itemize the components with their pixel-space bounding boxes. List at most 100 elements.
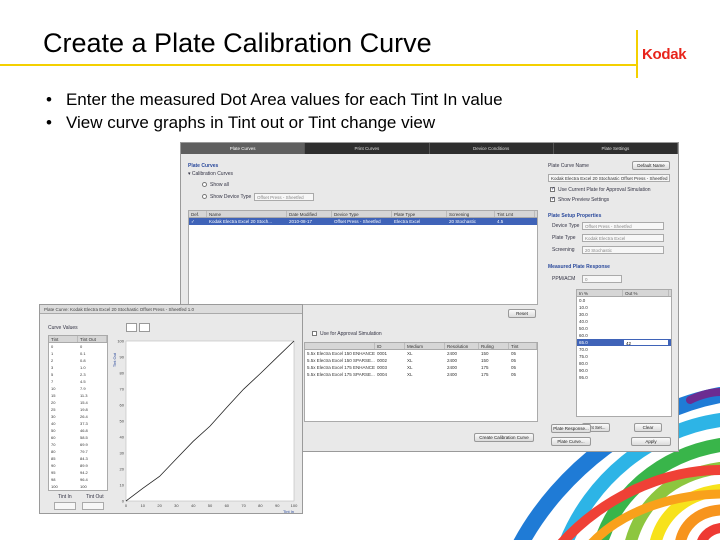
tint-in-label: Tint In [58, 494, 72, 500]
list-item[interactable]: 65.0 42 [577, 339, 671, 346]
list-item[interactable]: 90.0 [577, 367, 671, 374]
cell[interactable]: 42 [623, 339, 669, 346]
col-screening[interactable]: Screening [447, 211, 495, 217]
clear-button[interactable]: Clear [634, 423, 662, 432]
use-for-approval-checkbox[interactable] [312, 331, 317, 336]
col-def[interactable]: Def. [189, 211, 207, 217]
list-item[interactable]: 25 19.8 [49, 406, 107, 413]
cell [623, 353, 669, 360]
col-resolution[interactable]: Resolution [445, 343, 479, 349]
list-item[interactable]: 95 94.2 [49, 469, 107, 476]
cell: 50.0 [579, 326, 588, 331]
list-item[interactable]: 85 84.3 [49, 455, 107, 462]
col-id[interactable]: ID [375, 343, 405, 349]
list-item[interactable]: 7 4.5 [49, 378, 107, 385]
approval-simulation-checkbox[interactable] [550, 186, 555, 192]
default-name-button[interactable]: Default Name [632, 161, 670, 170]
list-item[interactable]: 98 96.4 [49, 476, 107, 483]
device-type-field[interactable]: Offset Press - Sheetfed [582, 222, 664, 230]
tab-device-conditions[interactable]: Device Conditions [430, 143, 554, 154]
col-tint: Tint [49, 336, 78, 342]
list-item[interactable]: 40 37.3 [49, 420, 107, 427]
show-device-type-radio[interactable] [202, 194, 207, 199]
x-axis-label: Tint In [283, 509, 294, 513]
create-calibration-curve-button[interactable]: Create Calibration Curve [474, 433, 534, 442]
list-item[interactable]: 70 69.9 [49, 441, 107, 448]
device-type-select[interactable]: Offset Press - Sheetfed [254, 193, 314, 201]
plate-type-field[interactable]: Kodak Electra Excel [582, 234, 664, 242]
media-row[interactable]: 5.5x Electra Excel 150 SPARSE... 0002 XL… [305, 357, 537, 364]
list-item[interactable]: 70.0 [577, 346, 671, 353]
list-item[interactable]: 50 46.8 [49, 427, 107, 434]
col-medium[interactable]: Medium [405, 343, 445, 349]
list-item[interactable]: 0.0 [577, 297, 671, 304]
col-device-type[interactable]: Device Type [332, 211, 392, 217]
col-ruling[interactable]: Ruling [479, 343, 509, 349]
main-tab-bar: Plate Curves Print Curves Device Conditi… [181, 143, 678, 154]
list-item[interactable]: 40.0 [577, 318, 671, 325]
col-out: Out % [623, 290, 669, 296]
apply-button[interactable]: Apply [631, 437, 671, 446]
list-item[interactable]: 10.0 [577, 304, 671, 311]
list-item[interactable]: 75.0 [577, 353, 671, 360]
ppm-field[interactable]: 0 [582, 275, 622, 283]
tint-out-view-icon[interactable] [126, 323, 137, 332]
tab-print-curves[interactable]: Print Curves [305, 143, 430, 154]
plate-response-button[interactable]: Plate Response... [551, 424, 591, 433]
cell: 75.0 [579, 354, 588, 359]
list-item[interactable]: 5 2.3 [49, 371, 107, 378]
col-tint[interactable]: Tint [509, 343, 537, 349]
col-tint-lmt[interactable]: Tint Lmt [495, 211, 535, 217]
list-item[interactable]: 80.0 [577, 360, 671, 367]
list-item[interactable]: 95.0 [577, 374, 671, 381]
tint-out-field[interactable] [82, 502, 104, 510]
calibration-curves-section[interactable]: ▾ Calibration Curves [188, 171, 233, 177]
col-plate-type[interactable]: Plate Type [392, 211, 447, 217]
list-rows: 0.0 10.0 30.0 40.0 50.0 60.0 65.0 42 70.0 75.0 80.… [577, 297, 671, 381]
col-tint-out: Tint Out [78, 336, 107, 342]
list-item[interactable]: 2 0.8 [49, 357, 107, 364]
plate-curve-button[interactable]: Plate Curve... [551, 437, 591, 446]
screening-field[interactable]: 20 Stochastic [582, 246, 664, 254]
media-row[interactable]: 5.5x Electra Excel 175 SPARSE... 0004 XL… [305, 371, 537, 378]
list-item[interactable]: 100 100 [49, 483, 107, 490]
cell [623, 367, 669, 374]
list-item[interactable]: 1 0.1 [49, 350, 107, 357]
x-tick-label: 50 [208, 503, 213, 508]
col-name[interactable]: Name [207, 211, 287, 217]
list-item[interactable]: 90 89.9 [49, 462, 107, 469]
list-item[interactable]: 20 15.4 [49, 399, 107, 406]
list-item[interactable]: 00 [49, 343, 107, 350]
table-row[interactable]: ✓ Kodak Electra Excel 20 Stoch... 2010-0… [189, 218, 537, 225]
panel-header: Plate Curves [188, 163, 219, 169]
list-item[interactable]: 3 1.0 [49, 364, 107, 371]
list-item[interactable]: 60.0 [577, 332, 671, 339]
device-type-label: Device Type [552, 223, 580, 229]
tint-change-view-icon[interactable] [139, 323, 150, 332]
preview-settings-checkbox[interactable] [550, 196, 555, 202]
list-item[interactable]: 30 26.4 [49, 413, 107, 420]
tint-in-field[interactable] [54, 502, 76, 510]
cell: 100 [80, 484, 87, 489]
preview-settings-label: Show Preview Settings [558, 197, 610, 203]
list-item[interactable]: 30.0 [577, 311, 671, 318]
calibration-curves-table: Def. Name Date Modified Device Type Plat… [188, 210, 538, 305]
curve-values-list: Tint Tint Out 0 0 1 0.1 2 0.8 3 1.0 5 2.3 7 4.5 10 7.… [48, 335, 108, 491]
tab-plate-curves[interactable]: Plate Curves [181, 143, 306, 154]
tab-plate-settings[interactable]: Plate Settings [554, 143, 678, 154]
col-date[interactable]: Date Modified [287, 211, 332, 217]
media-row[interactable]: 5.5x Electra Excel 150 ENHANCE... 0001 X… [305, 350, 537, 357]
list-item[interactable]: 15 11.3 [49, 392, 107, 399]
list-item[interactable]: 80 79.7 [49, 448, 107, 455]
cell: 2400 [447, 351, 458, 356]
cell: XL [407, 351, 413, 356]
list-item[interactable]: 10 7.9 [49, 385, 107, 392]
media-row[interactable]: 5.5x Electra Excel 175 ENHANCE... 0003 X… [305, 364, 537, 371]
slide: Create a Plate Calibration Curve Kodak •… [0, 0, 720, 540]
plate-curve-name-input[interactable]: Kodak Electra Excel 20 Stochastic Offset… [548, 174, 670, 182]
show-all-radio[interactable] [202, 182, 207, 187]
list-item[interactable]: 50.0 [577, 325, 671, 332]
reset-button[interactable]: Reset [508, 309, 536, 318]
list-item[interactable]: 60 58.5 [49, 434, 107, 441]
cell: 175 [481, 372, 489, 377]
